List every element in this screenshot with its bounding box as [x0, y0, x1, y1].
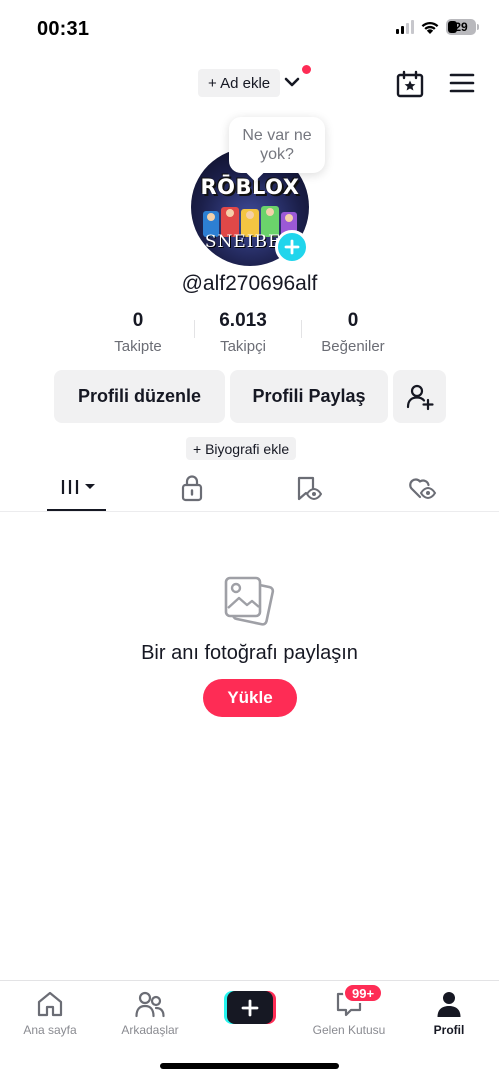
battery-level: 29	[454, 20, 468, 34]
edit-profile-button[interactable]: Profili düzenle	[54, 370, 225, 423]
signal-icon	[396, 20, 414, 34]
active-tab-indicator	[47, 509, 106, 511]
wifi-icon	[421, 21, 439, 34]
stat-label: Takipte	[114, 338, 162, 355]
nav-friends[interactable]: Arkadaşlar	[100, 989, 200, 1039]
create-plus-icon	[241, 999, 259, 1016]
calendar-star-icon[interactable]	[395, 69, 425, 99]
tab-liked[interactable]	[400, 474, 444, 512]
plus-icon	[284, 239, 300, 255]
nav-profile[interactable]: Profil	[399, 989, 499, 1039]
inbox-badge: 99+	[343, 983, 384, 1003]
add-friend-button[interactable]	[393, 370, 446, 423]
status-time: 00:31	[37, 18, 90, 40]
home-indicator	[160, 1063, 339, 1069]
stat-value: 0	[347, 310, 359, 331]
create-button[interactable]	[224, 991, 276, 1024]
photos-icon	[224, 576, 275, 626]
menu-icon[interactable]	[449, 72, 475, 94]
battery-icon: 29	[446, 19, 479, 35]
tab-videos[interactable]	[55, 474, 99, 512]
stat-following[interactable]: 0 Takipte	[88, 310, 188, 356]
add-story-button[interactable]	[275, 230, 309, 264]
friends-icon	[135, 991, 165, 1018]
notification-dot	[302, 65, 311, 74]
upload-button[interactable]: Yükle	[203, 679, 297, 717]
nav-label: Ana sayfa	[23, 1023, 77, 1037]
stat-divider	[194, 320, 195, 338]
tab-saved[interactable]	[286, 474, 330, 512]
lock-icon	[181, 475, 203, 502]
grid-icon	[61, 480, 95, 494]
profile-actions: Profili düzenle Profili Paylaş	[54, 370, 446, 423]
nav-label: Profil	[433, 1023, 465, 1037]
add-account-button[interactable]: + Ad ekle	[198, 69, 281, 97]
top-bar: + Ad ekle	[0, 64, 499, 104]
home-icon	[37, 991, 63, 1017]
avatar-brand-text: RŌBLOX	[200, 175, 300, 199]
username: @alf270696alf	[181, 272, 318, 295]
heart-eye-icon	[409, 478, 437, 500]
profile-stats: 0 Takipte 6.013 Takipçi 0 Beğeniler	[88, 310, 410, 356]
status-bar: 00:31 29	[0, 0, 499, 60]
stat-value: 6.013	[219, 310, 267, 331]
stat-label: Beğeniler	[321, 338, 385, 355]
add-user-icon	[406, 384, 434, 410]
status-icons: 29	[396, 19, 479, 35]
stat-value: 0	[132, 310, 144, 331]
nav-label: Arkadaşlar	[121, 1023, 179, 1037]
bookmark-eye-icon	[297, 476, 322, 501]
empty-state-title: Bir anı fotoğrafı paylaşın	[141, 642, 358, 664]
stat-label: Takipçi	[220, 338, 266, 355]
share-profile-button[interactable]: Profili Paylaş	[230, 370, 388, 423]
tab-private[interactable]	[170, 474, 214, 512]
add-bio-button[interactable]: + Biyografi ekle	[186, 437, 297, 460]
profile-icon	[437, 992, 461, 1017]
nav-label: Gelen Kutusu	[312, 1023, 386, 1037]
stat-likes[interactable]: 0 Beğeniler	[298, 310, 408, 356]
chevron-down-icon[interactable]	[283, 73, 301, 91]
nav-home[interactable]: Ana sayfa	[0, 989, 100, 1039]
status-bubble[interactable]: Ne var ne yok?	[229, 117, 325, 173]
stat-followers[interactable]: 6.013 Takipçi	[188, 310, 302, 356]
content-tabs	[0, 470, 499, 512]
